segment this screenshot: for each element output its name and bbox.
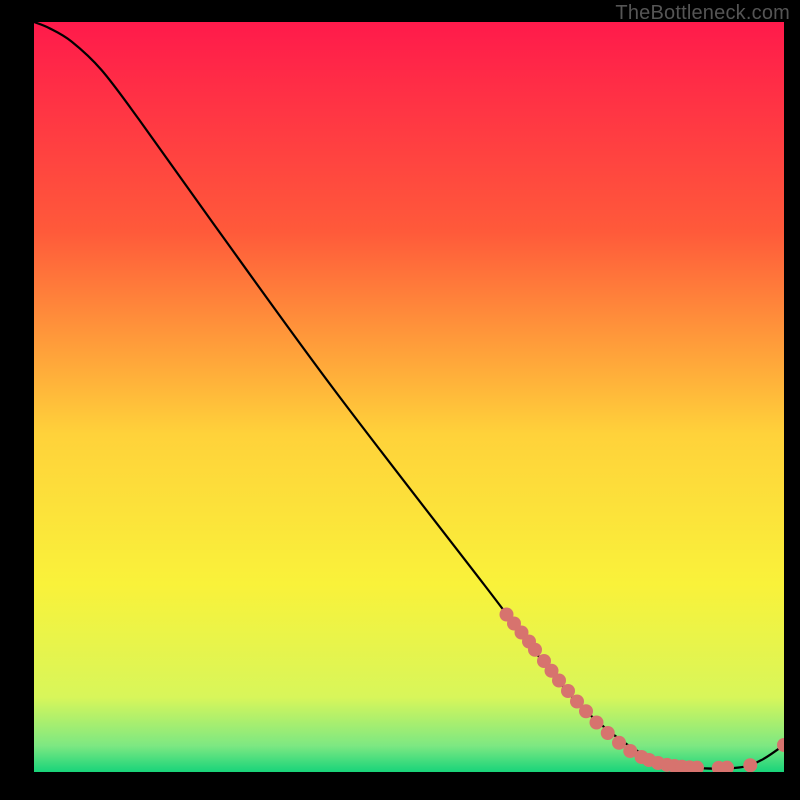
data-marker	[590, 716, 604, 730]
chart-frame: TheBottleneck.com	[0, 0, 800, 800]
data-marker	[743, 758, 757, 772]
data-marker	[612, 736, 626, 750]
chart-svg	[34, 22, 784, 772]
watermark-text: TheBottleneck.com	[615, 2, 790, 25]
data-marker	[579, 704, 593, 718]
data-marker	[528, 643, 542, 657]
plot-area	[34, 22, 784, 772]
gradient-background	[34, 22, 784, 772]
data-marker	[601, 726, 615, 740]
